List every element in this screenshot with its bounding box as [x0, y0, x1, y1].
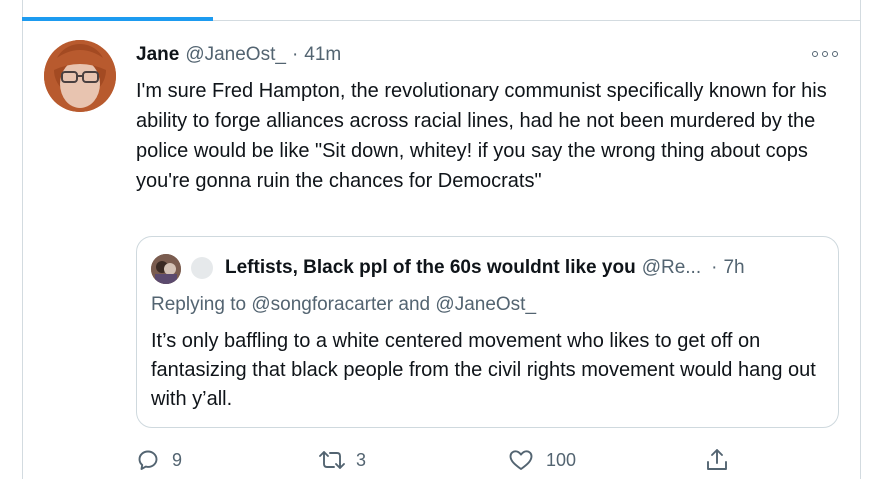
separator-dot: · — [711, 257, 718, 278]
quoted-tweet[interactable]: Leftists, Black ppl of the 60s wouldnt l… — [136, 236, 839, 428]
reply-button[interactable]: 9 — [136, 446, 182, 474]
quoted-tweet-time: 7h — [723, 257, 745, 278]
quoted-text: It’s only baffling to a white centered m… — [151, 330, 816, 410]
quoted-author-name: Leftists, Black ppl of the 60s wouldnt l… — [225, 257, 636, 278]
tab-bar — [22, 0, 861, 21]
more-dot — [822, 51, 828, 57]
author-handle[interactable]: @JaneOst_ — [185, 44, 286, 66]
reply-icon — [138, 450, 158, 470]
author-name[interactable]: Jane — [136, 44, 179, 66]
reply-count: 9 — [172, 449, 183, 470]
mention-link[interactable]: @songforacarter — [251, 294, 393, 315]
tweet-text: I'm sure Fred Hampton, the revolutionary… — [136, 80, 827, 192]
mention-link[interactable]: @JaneOst_ — [435, 294, 536, 315]
retweet-button[interactable]: 3 — [318, 446, 366, 474]
tweet-header: Jane @JaneOst_ · 41m — [136, 44, 341, 68]
tweet-time[interactable]: 41m — [304, 44, 341, 66]
more-dot — [832, 51, 838, 57]
replying-to: Replying to @songforacarter and @JaneOst… — [151, 294, 536, 316]
quoted-header: Leftists, Black ppl of the 60s wouldnt l… — [225, 257, 825, 283]
separator-dot: · — [291, 44, 299, 65]
more-icon[interactable] — [812, 48, 838, 60]
replying-and: and — [398, 294, 431, 315]
replying-prefix: Replying to — [151, 294, 247, 315]
share-icon — [707, 449, 727, 470]
quoted-avatar — [151, 254, 181, 284]
quoted-avatar-image — [151, 254, 181, 284]
active-tab-indicator — [22, 17, 213, 21]
avatar-image — [44, 40, 116, 112]
more-dot — [812, 51, 818, 57]
verified-placeholder-icon — [191, 257, 213, 279]
retweet-icon — [319, 451, 345, 469]
share-button[interactable] — [704, 446, 730, 474]
like-button[interactable]: 100 — [508, 446, 576, 474]
like-icon — [509, 450, 533, 470]
quoted-author-handle: @Re... — [641, 257, 702, 278]
retweet-count: 3 — [356, 449, 367, 470]
avatar[interactable] — [44, 40, 116, 112]
like-count: 100 — [546, 449, 577, 470]
